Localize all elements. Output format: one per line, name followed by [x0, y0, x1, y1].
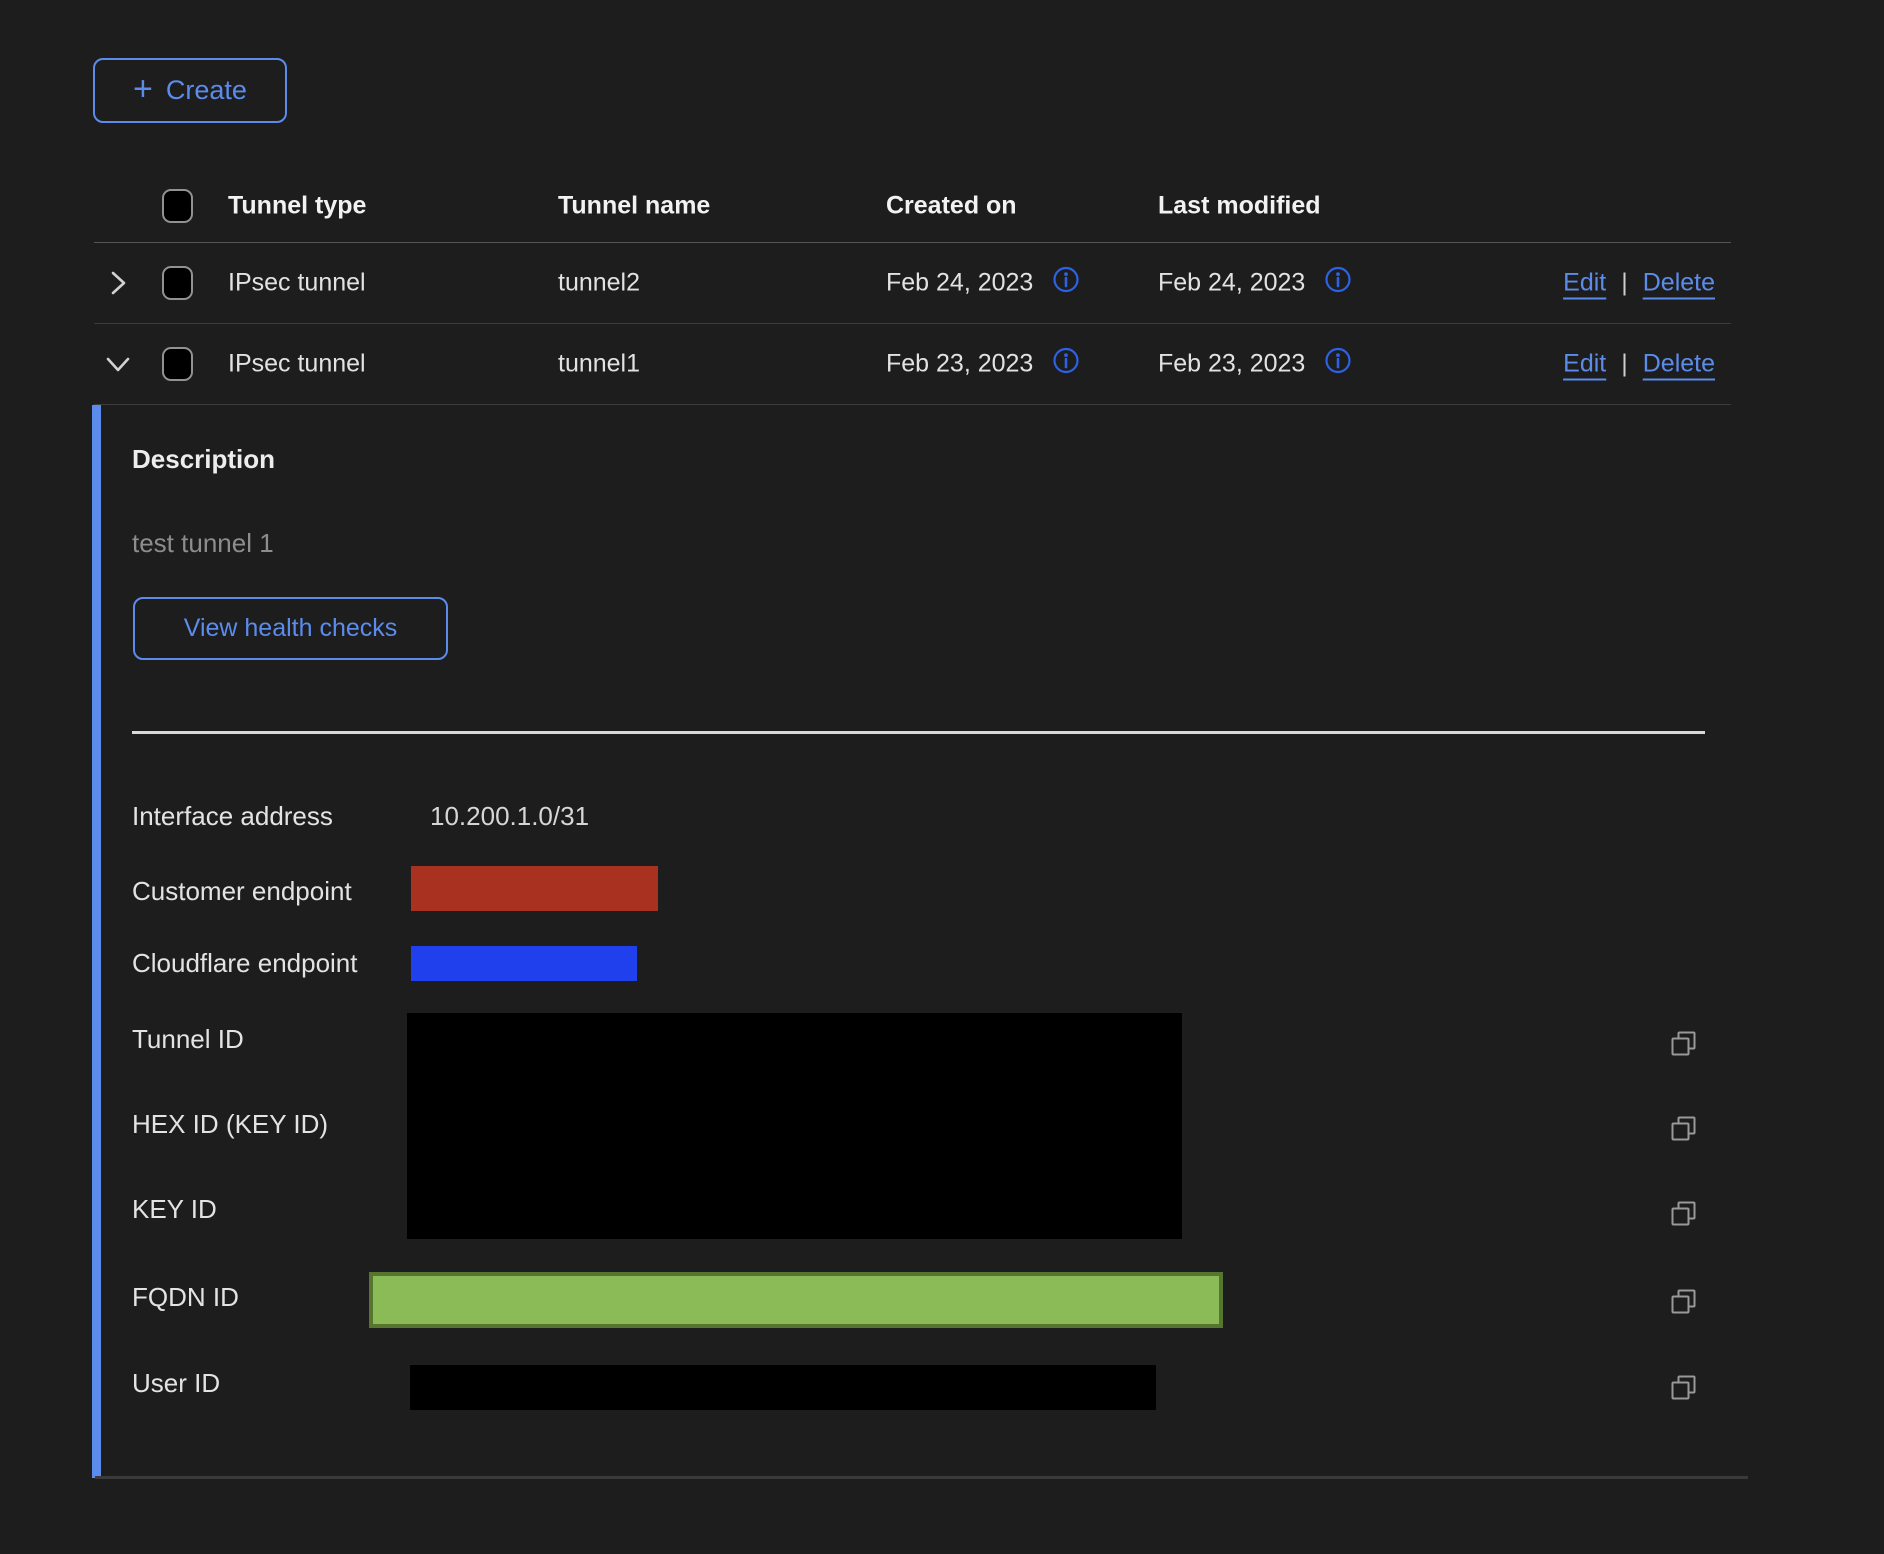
cloudflare-endpoint-label: Cloudflare endpoint: [132, 948, 358, 979]
description-value: test tunnel 1: [132, 528, 274, 559]
row-actions: Edit | Delete: [1563, 269, 1715, 298]
tunnel-type-cell: IPsec tunnel: [228, 350, 366, 379]
copy-tunnel-id-button[interactable]: [1664, 1024, 1704, 1064]
customer-endpoint-redacted-value: [411, 866, 658, 911]
created-on-cell: Feb 24, 2023: [886, 265, 1081, 302]
tunnel-type-cell: IPsec tunnel: [228, 269, 366, 298]
header-created-on: Created on: [886, 192, 1017, 221]
info-icon[interactable]: [1323, 346, 1353, 383]
key-id-label: KEY ID: [132, 1194, 217, 1225]
view-health-checks-button[interactable]: View health checks: [133, 597, 448, 660]
delete-link[interactable]: Delete: [1643, 350, 1715, 379]
row-checkbox[interactable]: [162, 347, 193, 381]
table-header: Tunnel type Tunnel name Created on Last …: [94, 170, 1731, 243]
actions-separator: |: [1621, 269, 1628, 298]
customer-endpoint-label: Customer endpoint: [132, 876, 352, 907]
expanded-row-accent-bar: [92, 405, 101, 1478]
fqdn-id-redacted-value: [369, 1272, 1223, 1328]
hex-id-label: HEX ID (KEY ID): [132, 1109, 328, 1140]
row-actions: Edit | Delete: [1563, 350, 1715, 379]
last-modified-cell: Feb 23, 2023: [1158, 346, 1353, 383]
checkbox-icon: [162, 189, 193, 223]
last-modified-value: Feb 23, 2023: [1158, 350, 1305, 379]
user-id-label: User ID: [132, 1368, 220, 1399]
create-button[interactable]: + Create: [93, 58, 287, 123]
detail-divider: [132, 731, 1705, 734]
copy-user-id-button[interactable]: [1664, 1368, 1704, 1408]
info-icon[interactable]: [1051, 346, 1081, 383]
header-last-modified: Last modified: [1158, 192, 1321, 221]
collapse-chevron-down-icon[interactable]: [96, 342, 140, 386]
create-button-label: Create: [166, 75, 247, 106]
copy-fqdn-id-button[interactable]: [1664, 1282, 1704, 1322]
select-all-checkbox[interactable]: [162, 189, 193, 223]
actions-separator: |: [1621, 350, 1628, 379]
interface-address-value: 10.200.1.0/31: [430, 801, 589, 832]
tunnel-name-cell: tunnel1: [558, 350, 640, 379]
table-row: IPsec tunnel tunnel2 Feb 24, 2023 Feb 24…: [94, 243, 1731, 324]
last-modified-value: Feb 24, 2023: [1158, 269, 1305, 298]
header-tunnel-name: Tunnel name: [558, 192, 710, 221]
table-row: IPsec tunnel tunnel1 Feb 23, 2023 Feb 23…: [94, 324, 1731, 405]
tunnels-page: + Create Tunnel type Tunnel name Created…: [0, 0, 1884, 1554]
info-icon[interactable]: [1323, 265, 1353, 302]
user-id-redacted-value: [410, 1365, 1156, 1410]
tunnel-name-cell: tunnel2: [558, 269, 640, 298]
created-on-cell: Feb 23, 2023: [886, 346, 1081, 383]
ids-redacted-block: [407, 1013, 1182, 1239]
header-tunnel-type: Tunnel type: [228, 192, 366, 221]
delete-link[interactable]: Delete: [1643, 269, 1715, 298]
edit-link[interactable]: Edit: [1563, 350, 1606, 379]
created-on-value: Feb 23, 2023: [886, 350, 1033, 379]
interface-address-label: Interface address: [132, 801, 333, 832]
expanded-row-bottom-divider: [95, 1476, 1748, 1479]
copy-hex-id-button[interactable]: [1664, 1109, 1704, 1149]
created-on-value: Feb 24, 2023: [886, 269, 1033, 298]
checkbox-icon: [162, 347, 193, 381]
checkbox-icon: [162, 266, 193, 300]
copy-key-id-button[interactable]: [1664, 1194, 1704, 1234]
description-label: Description: [132, 444, 275, 475]
fqdn-id-label: FQDN ID: [132, 1282, 239, 1313]
row-checkbox[interactable]: [162, 266, 193, 300]
last-modified-cell: Feb 24, 2023: [1158, 265, 1353, 302]
tunnel-id-label: Tunnel ID: [132, 1024, 244, 1055]
info-icon[interactable]: [1051, 265, 1081, 302]
plus-icon: +: [133, 72, 153, 106]
cloudflare-endpoint-redacted-value: [411, 946, 637, 981]
edit-link[interactable]: Edit: [1563, 269, 1606, 298]
expand-chevron-right-icon[interactable]: [96, 261, 140, 305]
